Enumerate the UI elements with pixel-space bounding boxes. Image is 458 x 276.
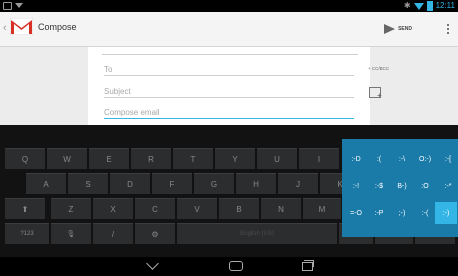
- emoticon-key[interactable]: ;-): [391, 202, 413, 224]
- emoticon-key[interactable]: :-(: [414, 202, 436, 224]
- key-y[interactable]: Y: [215, 148, 255, 169]
- space-bar[interactable]: English (US): [177, 223, 337, 244]
- key-u[interactable]: U: [257, 148, 297, 169]
- key-c[interactable]: C: [135, 198, 175, 219]
- clock: 12:11: [435, 1, 455, 10]
- key-a[interactable]: A: [26, 173, 66, 194]
- key-q[interactable]: Q: [5, 148, 45, 169]
- navigation-bar: [0, 257, 458, 276]
- gmail-logo-icon[interactable]: [10, 18, 33, 35]
- send-icon: [384, 24, 396, 34]
- wifi-icon: [413, 2, 424, 10]
- key-m[interactable]: M: [303, 198, 341, 219]
- emoticon-key[interactable]: :-P: [368, 202, 390, 224]
- from-divider: [102, 54, 358, 55]
- emoticon-key[interactable]: :-\: [391, 148, 413, 170]
- key-n[interactable]: N: [261, 198, 301, 219]
- bluetooth-icon: ✱: [403, 1, 411, 10]
- emoticon-key-selected[interactable]: :-): [435, 202, 457, 224]
- key-x[interactable]: X: [93, 198, 133, 219]
- key-s[interactable]: S: [68, 173, 108, 194]
- mic-icon[interactable]: 🎙: [51, 223, 91, 244]
- key-r[interactable]: R: [131, 148, 171, 169]
- battery-icon: [426, 1, 433, 11]
- subject-field[interactable]: Subject: [104, 86, 354, 98]
- soft-keyboard: Q W E R T Y U I A S D F G H J K ⬆ Z X C …: [0, 125, 458, 257]
- emoticon-key[interactable]: :-*: [437, 175, 458, 197]
- up-navigation-icon[interactable]: ‹: [3, 22, 7, 34]
- compose-body-field[interactable]: Compose email: [104, 107, 354, 119]
- attach-plus-icon: +: [377, 91, 382, 100]
- emoticon-key[interactable]: =-O: [345, 202, 367, 224]
- key-w[interactable]: W: [47, 148, 87, 169]
- key-v[interactable]: V: [177, 198, 217, 219]
- app-title: Compose: [38, 22, 77, 32]
- action-bar: ‹ Compose SEND: [0, 12, 458, 47]
- key-z[interactable]: Z: [51, 198, 91, 219]
- settings-icon[interactable]: ⚙: [135, 223, 175, 244]
- symbols-key[interactable]: ?123: [5, 223, 49, 244]
- key-d[interactable]: D: [110, 173, 150, 194]
- notification-icon: [3, 2, 12, 10]
- status-bar: ✱ 12:11: [0, 0, 458, 12]
- compose-card: To Subject Compose email: [88, 47, 370, 125]
- emoticon-key[interactable]: :-$: [368, 175, 390, 197]
- to-field[interactable]: To: [104, 64, 354, 76]
- download-icon: [15, 3, 23, 8]
- emoticon-key[interactable]: B-): [391, 175, 413, 197]
- compose-form: To Subject Compose email: [0, 47, 458, 125]
- key-f[interactable]: F: [152, 173, 192, 194]
- key-e[interactable]: E: [89, 148, 129, 169]
- emoticon-key[interactable]: :O: [414, 175, 436, 197]
- recent-apps-icon[interactable]: [302, 260, 314, 271]
- slash-key[interactable]: /: [93, 223, 133, 244]
- home-icon[interactable]: [229, 261, 243, 271]
- key-b[interactable]: B: [219, 198, 259, 219]
- emoticon-key[interactable]: :(: [368, 148, 390, 170]
- emoticon-key[interactable]: :-D: [345, 148, 367, 170]
- send-label: SEND: [398, 26, 412, 32]
- overflow-menu-button[interactable]: [442, 20, 454, 38]
- key-i[interactable]: I: [299, 148, 339, 169]
- key-t[interactable]: T: [173, 148, 213, 169]
- back-icon[interactable]: [146, 257, 159, 270]
- emoticon-key[interactable]: :-!: [345, 175, 367, 197]
- key-j[interactable]: J: [278, 173, 318, 194]
- emoticon-key[interactable]: :-[: [437, 148, 458, 170]
- emoticon-key[interactable]: O:-): [414, 148, 436, 170]
- cc-bcc-button[interactable]: + CC/BCC: [368, 66, 389, 71]
- key-h[interactable]: H: [236, 173, 276, 194]
- emoticon-popup: :-D :( :-\ O:-) :-[ :-! :-$ B-) :O :-* =…: [342, 139, 458, 237]
- shift-key[interactable]: ⬆: [5, 198, 45, 219]
- key-g[interactable]: G: [194, 173, 234, 194]
- send-button[interactable]: SEND: [384, 18, 412, 40]
